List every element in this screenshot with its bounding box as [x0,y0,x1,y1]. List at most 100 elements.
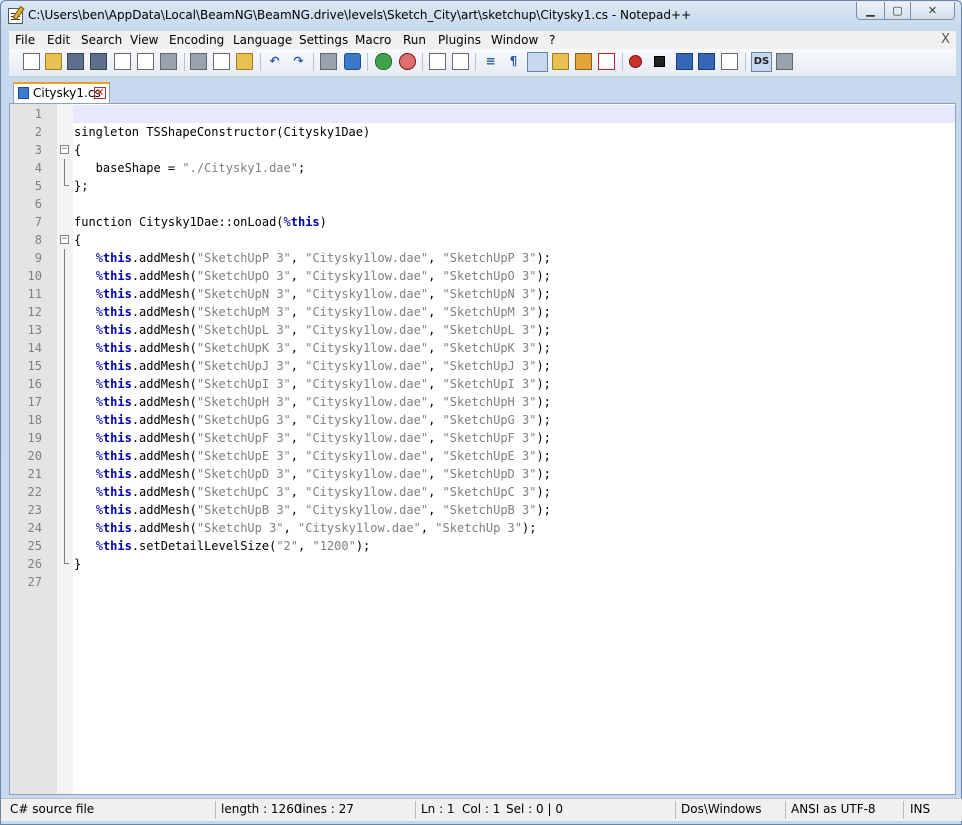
code-line[interactable]: 6 [10,195,955,213]
code-line[interactable]: 19 %this.addMesh("SketchUpF 3", "Citysky… [10,429,955,447]
fold-toggle-icon[interactable]: − [60,145,69,154]
tab-close-icon[interactable]: × [94,87,106,99]
fold-end-marker [64,177,69,186]
line-number: 16 [27,377,42,391]
menu-settings[interactable]: Settings [299,33,348,47]
line-number: 25 [27,539,42,553]
run-macro-multiple-icon[interactable] [698,53,715,70]
menu-encoding[interactable]: Encoding [169,33,224,47]
line-number: 20 [27,449,42,463]
tab-label: Citysky1.cs [33,86,101,100]
code-editor[interactable]: 1 2 singleton TSShapeConstructor(Citysky1D… [9,103,956,795]
code-text: %this.addMesh("SketchUp 3", "Citysky1low… [95,521,537,535]
save-icon[interactable] [67,53,84,70]
code-line[interactable]: 4 baseShape = "./Citysky1.dae"; [10,159,955,177]
undo-icon[interactable]: ↶ [266,53,283,70]
menu-edit[interactable]: Edit [47,33,70,47]
menu-help[interactable]: ? [549,33,555,47]
toolbar-separator [184,53,185,71]
title-bar[interactable]: C:\Users\ben\AppData\Local\BeamNG\BeamNG… [1,1,961,30]
spell-check-icon[interactable] [776,53,793,70]
code-line[interactable]: 23 %this.addMesh("SketchUpB 3", "Citysky… [10,501,955,519]
code-line[interactable]: 16 %this.addMesh("SketchUpI 3", "Citysky… [10,375,955,393]
code-line[interactable]: 20 %this.addMesh("SketchUpE 3", "Citysky… [10,447,955,465]
save-all-icon[interactable] [90,53,107,70]
menu-macro[interactable]: Macro [355,33,391,47]
close-button[interactable]: ✕ [910,2,955,20]
code-line[interactable]: 5}; [10,177,955,195]
tab-citysky1[interactable]: Citysky1.cs × [13,82,110,103]
menu-language[interactable]: Language [233,33,292,47]
code-line[interactable]: 7 function Citysky1Dae::onLoad(%this) [10,213,955,231]
code-line[interactable]: 18 %this.addMesh("SketchUpG 3", "Citysky… [10,411,955,429]
find-icon[interactable] [320,53,337,70]
code-line[interactable]: 14 %this.addMesh("SketchUpK 3", "Citysky… [10,339,955,357]
fold-toggle-icon[interactable]: − [60,235,69,244]
zoom-in-icon[interactable] [375,53,392,70]
close-document-button[interactable]: X [941,32,950,47]
code-text: %this.addMesh("SketchUpD 3", "Citysky1lo… [95,467,551,481]
close-all-icon[interactable] [137,53,154,70]
paste-icon[interactable] [236,53,253,70]
code-line[interactable]: 12 %this.addMesh("SketchUpM 3", "Citysky… [10,303,955,321]
minimize-button[interactable]: ▁ [856,2,885,20]
code-line[interactable]: 24 %this.addMesh("SketchUp 3", "Citysky1… [10,519,955,537]
stop-macro-icon[interactable] [654,56,665,67]
line-number: 26 [27,557,42,571]
cut-icon[interactable] [190,53,207,70]
code-line[interactable]: 13 %this.addMesh("SketchUpL 3", "Citysky… [10,321,955,339]
code-line[interactable]: 8 −{ [10,231,955,249]
close-file-icon[interactable] [114,53,131,70]
code-text: %this.addMesh("SketchUpL 3", "Citysky1lo… [95,323,551,337]
line-number: 11 [27,287,42,301]
open-file-icon[interactable] [45,53,62,70]
save-macro-icon[interactable] [721,53,738,70]
copy-icon[interactable] [213,53,230,70]
code-line[interactable]: 11 %this.addMesh("SketchUpN 3", "Citysky… [10,285,955,303]
line-number: 5 [34,179,42,193]
sync-horizontal-icon[interactable] [452,53,469,70]
code-line[interactable]: 21 %this.addMesh("SketchUpD 3", "Citysky… [10,465,955,483]
zoom-out-icon[interactable] [399,53,416,70]
code-text: } [74,557,82,571]
code-line[interactable]: 27 [10,573,955,591]
code-text: %this.addMesh("SketchUpF 3", "Citysky1lo… [95,431,551,445]
replace-icon[interactable] [344,53,361,70]
show-all-chars-icon[interactable]: ¶ [505,53,522,70]
redo-icon[interactable]: ↷ [290,53,307,70]
new-file-icon[interactable] [23,53,40,70]
print-icon[interactable] [160,53,177,70]
sync-vertical-icon[interactable] [429,53,446,70]
indent-guide-icon[interactable] [527,52,548,72]
code-line[interactable]: 1 [10,105,955,123]
menu-window[interactable]: Window [491,33,538,47]
maximize-icon: ▢ [892,4,903,17]
line-number: 7 [34,215,42,229]
code-line[interactable]: 2 singleton TSShapeConstructor(Citysky1Da… [10,123,955,141]
maximize-button[interactable]: ▢ [884,2,911,20]
code-text: %this.addMesh("SketchUpM 3", "Citysky1lo… [95,305,551,319]
udl-icon[interactable] [552,53,569,70]
code-line[interactable]: 25 %this.setDetailLevelSize("2", "1200")… [10,537,955,555]
code-line[interactable]: 17 %this.addMesh("SketchUpH 3", "Citysky… [10,393,955,411]
code-line[interactable]: 15 %this.addMesh("SketchUpJ 3", "Citysky… [10,357,955,375]
menu-file[interactable]: File [15,33,35,47]
menu-plugins[interactable]: Plugins [438,33,481,47]
code-text: %this.addMesh("SketchUpJ 3", "Citysky1lo… [95,359,551,373]
code-line[interactable]: 22 %this.addMesh("SketchUpC 3", "Citysky… [10,483,955,501]
code-text: %this.addMesh("SketchUpG 3", "Citysky1lo… [95,413,551,427]
record-macro-icon[interactable] [629,55,642,68]
code-line[interactable]: 10 %this.addMesh("SketchUpO 3", "Citysky… [10,267,955,285]
doc-map-icon[interactable] [575,53,592,70]
code-line[interactable]: 9 %this.addMesh("SketchUpP 3", "Citysky1… [10,249,955,267]
code-text: function Citysky1Dae::onLoad(%this) [74,215,327,229]
play-macro-icon[interactable] [676,53,693,70]
menu-run[interactable]: Run [403,33,426,47]
code-line[interactable]: 3 −{ [10,141,955,159]
doc-switcher-icon[interactable]: DS [751,52,772,72]
function-list-icon[interactable] [598,53,615,70]
code-line[interactable]: 26} [10,555,955,573]
word-wrap-icon[interactable]: ≡ [482,53,499,70]
menu-search[interactable]: Search [81,33,122,47]
menu-view[interactable]: View [130,33,158,47]
